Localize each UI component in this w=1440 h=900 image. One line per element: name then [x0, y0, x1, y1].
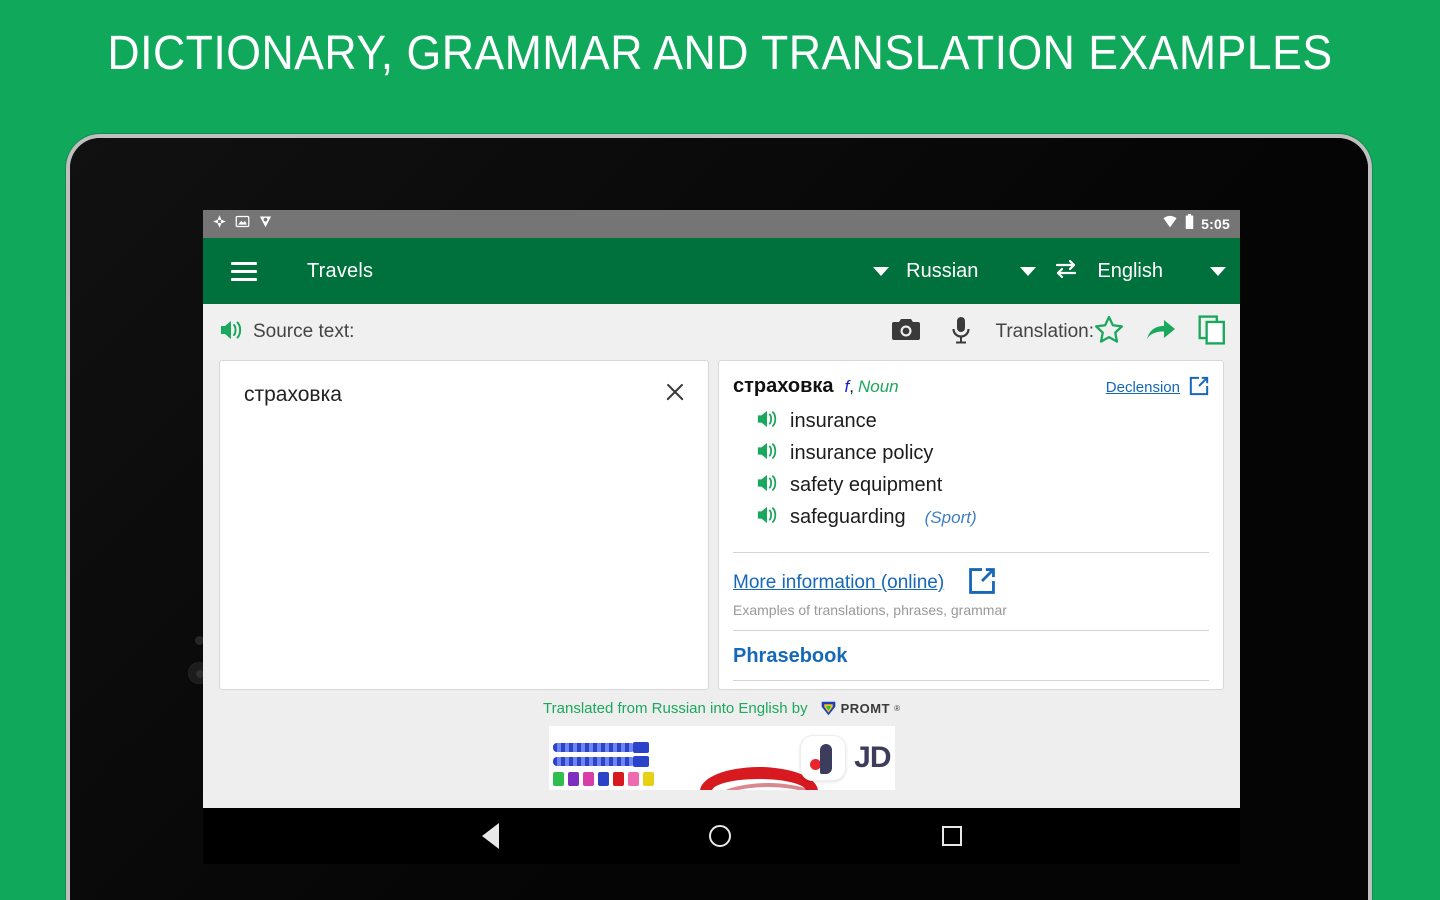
ad-cable-image [549, 726, 654, 790]
entry-comma: , [849, 377, 854, 396]
camera-icon[interactable] [891, 317, 921, 348]
entry-headword: страховка [733, 375, 834, 397]
android-navigation-bar [203, 808, 1240, 864]
translation-text: insurance policy [790, 442, 934, 464]
list-item[interactable]: insurance [756, 406, 1211, 438]
dictionary-result-card: страховка f , Noun Declension insurance … [718, 360, 1224, 690]
declension-link[interactable]: Declension [1106, 376, 1209, 400]
action-bar: Source text: Translation: [203, 304, 1240, 360]
source-text-input[interactable]: страховка [219, 360, 709, 690]
list-item[interactable]: safety equipment [756, 470, 1211, 502]
promt-logo: PROMT ® [820, 700, 900, 717]
source-language-caret-right-icon[interactable] [1020, 266, 1037, 276]
promt-wordmark: PROMT [840, 700, 891, 716]
translation-list: insurance insurance policy safety equipm… [731, 406, 1211, 534]
battery-icon [1185, 214, 1194, 234]
share-icon[interactable] [1146, 317, 1176, 348]
source-language-caret-left-icon[interactable] [873, 266, 890, 276]
external-link-icon[interactable] [968, 567, 996, 600]
page-title: DICTIONARY, GRAMMAR AND TRANSLATION EXAM… [107, 27, 1333, 80]
advertisement-banner[interactable]: JD [203, 726, 1240, 790]
clear-input-icon[interactable] [662, 379, 688, 405]
speaker-icon[interactable] [756, 473, 778, 498]
translation-text: safeguarding [790, 506, 906, 528]
hamburger-menu-icon[interactable] [231, 261, 257, 281]
speaker-icon[interactable] [756, 441, 778, 466]
more-information-subtitle: Examples of translations, phrases, gramm… [733, 601, 1007, 618]
app-bar: Travels Russian English [203, 238, 1240, 304]
attribution-text: Translated from Russian into English by [543, 699, 808, 717]
device-screen: 5:05 Travels Russian English Source text… [203, 210, 1240, 808]
declension-label: Declension [1105, 379, 1180, 396]
swap-languages-icon[interactable] [1053, 258, 1079, 285]
sync-icon [212, 214, 227, 234]
translation-label: Translation: [995, 321, 1094, 342]
back-button-icon[interactable] [481, 823, 499, 849]
status-bar-clock: 5:05 [1201, 216, 1230, 232]
ad-plug-row [552, 772, 654, 786]
speaker-icon[interactable] [756, 505, 778, 530]
translation-text: safety equipment [790, 474, 943, 496]
entry-part-of-speech: Noun [858, 377, 899, 396]
star-outline-icon[interactable] [1094, 315, 1124, 349]
translation-attribution: Translated from Russian into English by … [203, 690, 1240, 726]
ad-brand-logo: JD [800, 735, 894, 781]
more-information-section: More information (online) Examples of tr… [731, 553, 1211, 630]
registered-mark: ® [894, 703, 900, 713]
phrasebook-link[interactable]: Phrasebook [733, 645, 847, 667]
promt-mark-icon [821, 701, 835, 715]
target-language-caret-icon[interactable] [1210, 266, 1226, 276]
wifi-icon [1162, 215, 1178, 233]
copy-icon[interactable] [1198, 314, 1226, 350]
input-method-icons [891, 316, 971, 349]
divider [733, 679, 1209, 681]
list-item[interactable]: insurance policy [756, 438, 1211, 470]
translation-action-icons [1094, 314, 1226, 350]
source-speaker-icon[interactable] [219, 319, 243, 346]
language-selector-group: Russian English [873, 258, 1226, 285]
status-bar-right-icons: 5:05 [1162, 214, 1230, 234]
jd-mark-icon [800, 735, 847, 781]
screenshot-icon [235, 214, 250, 234]
translation-text: insurance [790, 410, 877, 432]
target-language-label[interactable]: English [1097, 260, 1163, 283]
external-link-icon [1189, 376, 1209, 400]
ad-content[interactable]: JD [548, 726, 895, 790]
recents-button-icon[interactable] [941, 826, 962, 846]
source-text-label: Source text: [253, 321, 355, 342]
source-language-label[interactable]: Russian [906, 260, 978, 283]
source-text-header: Source text: [219, 319, 354, 346]
more-information-row[interactable]: More information (online) [733, 567, 1209, 600]
translation-domain: (Sport) [924, 507, 977, 527]
app-bar-title: Travels [307, 259, 374, 282]
home-button-icon[interactable] [709, 825, 731, 847]
microphone-icon[interactable] [951, 316, 971, 349]
dictionary-entry-header: страховка f , Noun Declension [731, 375, 1211, 400]
source-text-value: страховка [244, 383, 342, 406]
status-bar: 5:05 [203, 210, 1240, 238]
phrasebook-section[interactable]: Phrasebook [731, 631, 1211, 680]
more-information-link[interactable]: More information (online) [733, 572, 944, 594]
list-item[interactable]: safeguarding (Sport) [756, 502, 1211, 534]
ad-brand-name: JD [854, 741, 891, 774]
app-icon [258, 214, 273, 234]
speaker-icon[interactable] [756, 409, 778, 434]
translation-panels: страховка страховка f , Noun Declension [203, 360, 1240, 690]
status-bar-left-icons [212, 214, 273, 234]
